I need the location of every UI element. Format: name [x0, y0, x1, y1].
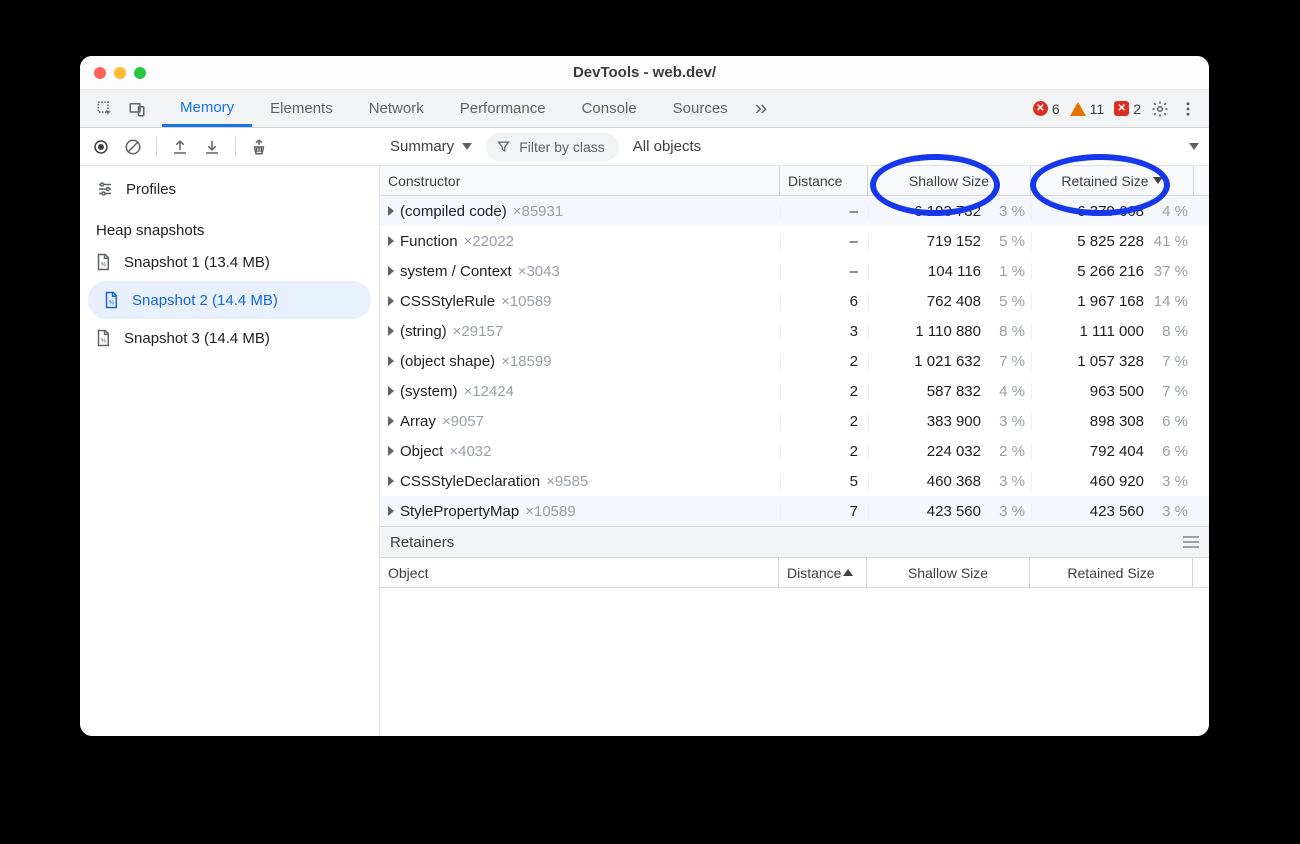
issue-count[interactable]: ✕ 2 [1114, 101, 1141, 117]
heap-row[interactable]: (string) ×29157 3 1 110 8808 % 1 111 000… [380, 316, 1209, 346]
snapshot-item[interactable]: % Snapshot 2 (14.4 MB) [88, 281, 371, 319]
heap-row[interactable]: system / Context ×3043 – 104 1161 % 5 26… [380, 256, 1209, 286]
more-tabs-icon[interactable] [752, 100, 770, 118]
tab-network[interactable]: Network [351, 90, 442, 127]
retainers-grid-header: Object Distance Shallow Size Retained Si… [380, 558, 1209, 588]
memory-body: Profiles Heap snapshots % Snapshot 1 (13… [80, 166, 1209, 736]
heap-row[interactable]: StylePropertyMap ×10589 7 423 5603 % 423… [380, 496, 1209, 526]
retainers-section-bar[interactable]: Retainers [380, 526, 1209, 558]
expand-icon[interactable] [388, 236, 394, 246]
snapshot-list: % Snapshot 1 (13.4 MB)% Snapshot 2 (14.4… [80, 243, 379, 357]
heap-row[interactable]: Function ×22022 – 719 1525 % 5 825 22841… [380, 226, 1209, 256]
profiles-heading: Profiles [80, 176, 379, 202]
clear-icon[interactable] [124, 138, 142, 156]
rcol-retained[interactable]: Retained Size [1030, 558, 1193, 587]
col-constructor[interactable]: Constructor [380, 166, 780, 195]
expand-icon[interactable] [388, 446, 394, 456]
class-filter-input[interactable]: Filter by class [486, 133, 619, 161]
col-distance[interactable]: Distance [780, 166, 868, 195]
divider [235, 137, 236, 157]
collect-garbage-icon[interactable] [250, 138, 268, 156]
snapshot-file-icon: % [94, 327, 112, 349]
tab-sources[interactable]: Sources [655, 90, 746, 127]
svg-text:%: % [101, 263, 107, 269]
rcol-object[interactable]: Object [380, 558, 779, 587]
col-scrollbar [1194, 166, 1209, 195]
window-titlebar: DevTools - web.dev/ [80, 56, 1209, 90]
heap-row[interactable]: CSSStyleRule ×10589 6 762 4085 % 1 967 1… [380, 286, 1209, 316]
rcol-shallow[interactable]: Shallow Size [867, 558, 1030, 587]
main-tab-bar: MemoryElementsNetworkPerformanceConsoleS… [80, 90, 1209, 128]
filter-icon [496, 139, 511, 154]
retainers-empty [380, 588, 1209, 736]
heap-snapshots-heading: Heap snapshots [80, 218, 379, 243]
kebab-menu-icon[interactable] [1179, 100, 1197, 118]
inspect-tools [88, 100, 154, 118]
heap-row[interactable]: (compiled code) ×85931 – 6 193 7323 % 6 … [380, 196, 1209, 226]
panel-tabs: MemoryElementsNetworkPerformanceConsoleS… [162, 90, 746, 127]
record-icon[interactable] [92, 138, 110, 156]
tab-memory[interactable]: Memory [162, 90, 252, 127]
window-title: DevTools - web.dev/ [80, 64, 1209, 81]
profiles-sidebar: Profiles Heap snapshots % Snapshot 1 (13… [80, 166, 380, 736]
tab-console[interactable]: Console [564, 90, 655, 127]
tab-elements[interactable]: Elements [252, 90, 351, 127]
rcol-distance[interactable]: Distance [779, 558, 867, 587]
scope-dropdown[interactable]: All objects [633, 138, 701, 155]
snapshot-item[interactable]: % Snapshot 3 (14.4 MB) [80, 319, 379, 357]
expand-icon[interactable] [388, 356, 394, 366]
heap-row[interactable]: Array ×9057 2 383 9003 % 898 3086 % [380, 406, 1209, 436]
tab-performance[interactable]: Performance [442, 90, 564, 127]
export-icon[interactable] [171, 138, 189, 156]
sliders-icon [96, 180, 114, 198]
heap-row[interactable]: CSSStyleDeclaration ×9585 5 460 3683 % 4… [380, 466, 1209, 496]
heap-row[interactable]: (object shape) ×18599 2 1 021 6327 % 1 0… [380, 346, 1209, 376]
hamburger-icon[interactable] [1183, 536, 1199, 548]
expand-icon[interactable] [388, 296, 394, 306]
error-icon: ✕ [1033, 101, 1048, 116]
sort-asc-icon [843, 569, 853, 576]
snapshot-file-icon: % [94, 251, 112, 273]
svg-text:%: % [109, 301, 115, 307]
tabbar-status: ✕ 6 11 ✕ 2 [1033, 100, 1201, 118]
issue-icon: ✕ [1114, 101, 1129, 116]
expand-icon[interactable] [388, 416, 394, 426]
chevron-down-icon[interactable] [1189, 143, 1199, 150]
divider [156, 137, 157, 157]
sort-desc-icon [1153, 177, 1163, 184]
memory-toolbar-left [80, 137, 380, 157]
expand-icon[interactable] [388, 326, 394, 336]
inspect-element-icon[interactable] [96, 100, 114, 118]
heap-main: Constructor Distance Shallow Size Retain… [380, 166, 1209, 736]
memory-toolbar: Summary Filter by class All objects [80, 128, 1209, 166]
chevron-down-icon [462, 143, 472, 150]
snapshot-file-icon: % [102, 289, 120, 311]
warning-count[interactable]: 11 [1070, 101, 1105, 117]
col-retained-size[interactable]: Retained Size [1031, 166, 1194, 195]
expand-icon[interactable] [388, 386, 394, 396]
heap-grid-header: Constructor Distance Shallow Size Retain… [380, 166, 1209, 196]
expand-icon[interactable] [388, 476, 394, 486]
col-shallow-size[interactable]: Shallow Size [868, 166, 1031, 195]
heap-grid-rows: (compiled code) ×85931 – 6 193 7323 % 6 … [380, 196, 1209, 526]
heap-row[interactable]: Object ×4032 2 224 0322 % 792 4046 % [380, 436, 1209, 466]
warning-icon [1070, 102, 1086, 116]
memory-toolbar-right: Summary Filter by class All objects [380, 133, 1209, 161]
view-dropdown[interactable]: Summary [390, 138, 472, 155]
snapshot-item[interactable]: % Snapshot 1 (13.4 MB) [80, 243, 379, 281]
svg-text:%: % [101, 339, 107, 345]
expand-icon[interactable] [388, 266, 394, 276]
expand-icon[interactable] [388, 206, 394, 216]
settings-icon[interactable] [1151, 100, 1169, 118]
expand-icon[interactable] [388, 506, 394, 516]
heap-row[interactable]: (system) ×12424 2 587 8324 % 963 5007 % [380, 376, 1209, 406]
device-toolbar-icon[interactable] [128, 100, 146, 118]
devtools-window: DevTools - web.dev/ MemoryElementsNetwor… [80, 56, 1209, 736]
error-count[interactable]: ✕ 6 [1033, 101, 1060, 117]
import-icon[interactable] [203, 138, 221, 156]
